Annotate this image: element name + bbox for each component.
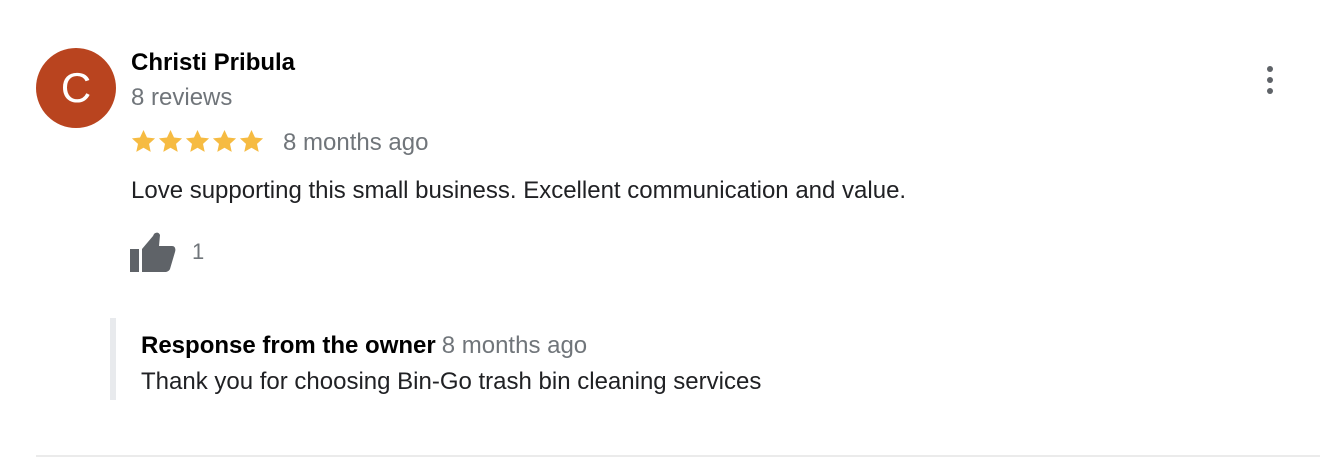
owner-response-time: 8 months ago — [441, 332, 588, 359]
review-time: 8 months ago — [283, 129, 429, 156]
owner-response-text: Thank you for choosing Bin-Go trash bin … — [141, 368, 762, 395]
more-options-button[interactable] — [1252, 62, 1288, 98]
star-icon — [185, 129, 210, 152]
reviewer-name[interactable]: Christi Pribula — [131, 49, 295, 77]
star-icon — [131, 129, 156, 152]
review-text: Love supporting this small business. Exc… — [131, 177, 907, 204]
avatar[interactable]: C — [36, 48, 116, 128]
thumbs-up-icon — [130, 232, 176, 272]
like-button[interactable]: 1 — [130, 231, 204, 273]
owner-response-label: Response from the owner — [141, 332, 436, 359]
star-icon — [158, 129, 183, 152]
review-count[interactable]: 8 reviews — [131, 84, 232, 112]
like-count: 1 — [192, 239, 205, 264]
star-icon — [239, 129, 264, 152]
star-rating — [130, 127, 265, 155]
star-icon — [212, 129, 237, 152]
divider — [36, 455, 1320, 457]
owner-response: Response from the owner 8 months ago Than… — [110, 318, 1016, 400]
owner-response-header: Response from the owner 8 months ago — [141, 332, 587, 360]
